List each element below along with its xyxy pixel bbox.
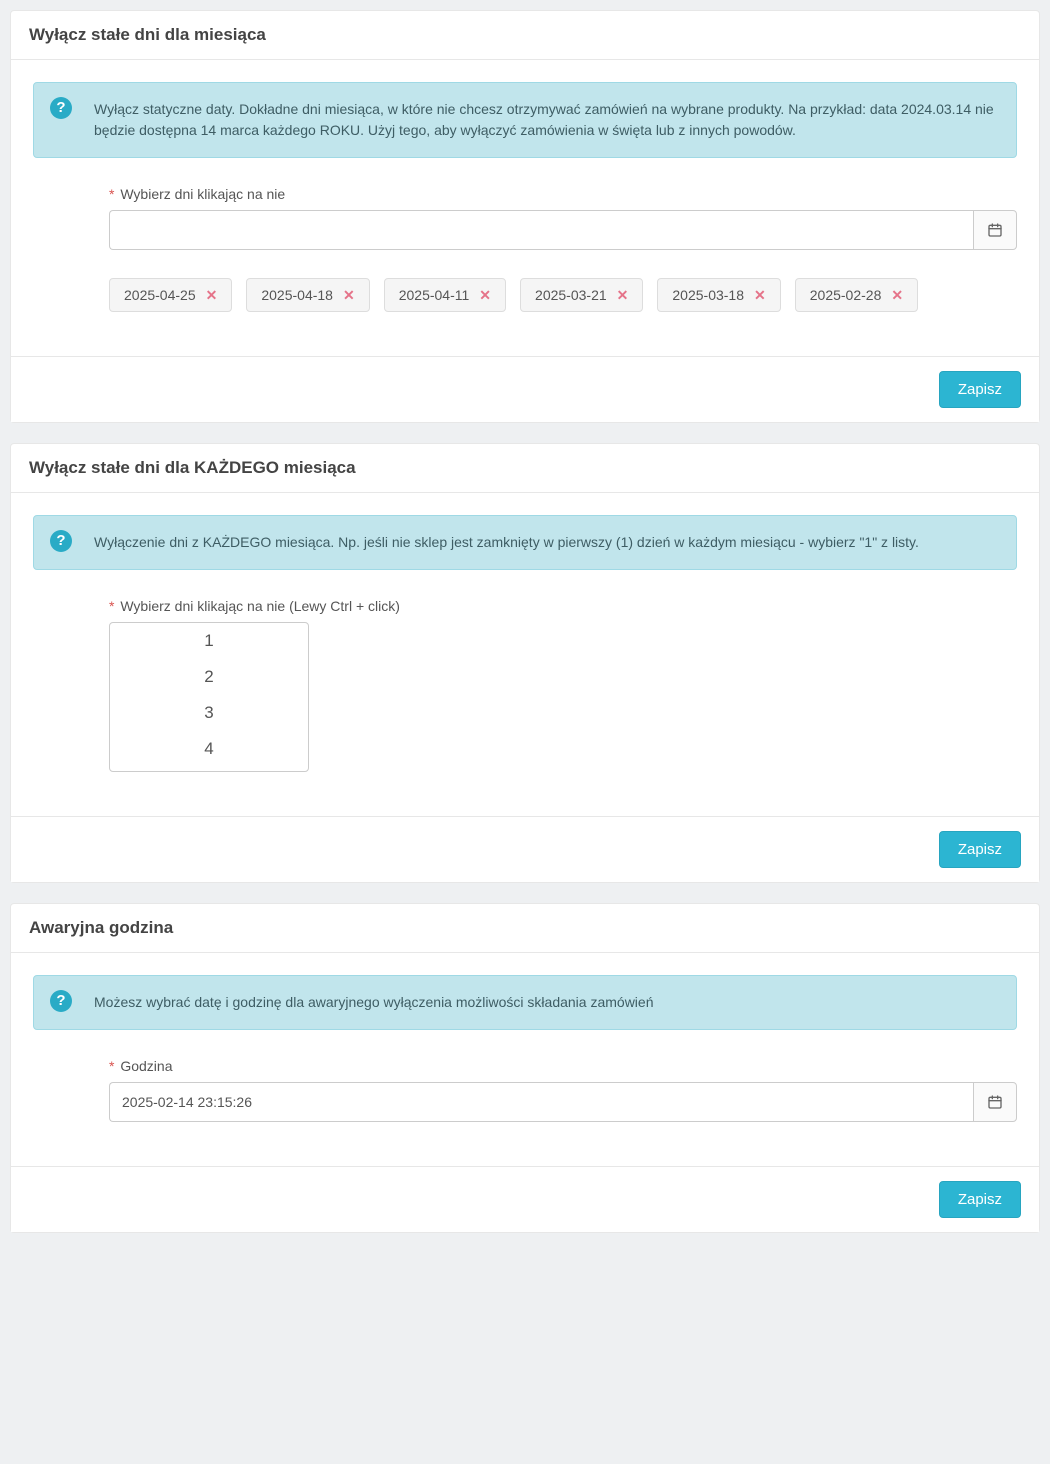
date-tag-label: 2025-04-11	[399, 287, 470, 303]
date-tag-label: 2025-02-28	[810, 287, 882, 303]
panel-static-days-month: Wyłącz stałe dni dla miesiąca ? Wyłącz s…	[10, 10, 1040, 423]
question-icon: ?	[50, 530, 72, 552]
field-label: * Wybierz dni klikając na nie (Lewy Ctrl…	[109, 598, 1017, 614]
info-text: Wyłączenie dni z KAŻDEGO miesiąca. Np. j…	[94, 534, 919, 550]
save-button[interactable]: Zapisz	[939, 1181, 1021, 1218]
calendar-icon	[987, 1094, 1003, 1110]
date-tag: 2025-04-18 ✕	[246, 278, 369, 312]
info-alert: ? Możesz wybrać datę i godzinę dla awary…	[33, 975, 1017, 1030]
remove-icon[interactable]: ✕	[754, 288, 766, 302]
remove-icon[interactable]: ✕	[891, 288, 903, 302]
required-marker: *	[109, 598, 114, 614]
label-text: Wybierz dni klikając na nie	[120, 186, 285, 202]
panel-heading: Wyłącz stałe dni dla KAŻDEGO miesiąca	[11, 444, 1039, 493]
select-option[interactable]: 2	[110, 659, 308, 695]
panel-heading: Awaryjna godzina	[11, 904, 1039, 953]
select-option[interactable]: 3	[110, 695, 308, 731]
panel-static-days-every-month: Wyłącz stałe dni dla KAŻDEGO miesiąca ? …	[10, 443, 1040, 883]
required-marker: *	[109, 1058, 114, 1074]
panel-title: Wyłącz stałe dni dla miesiąca	[29, 25, 1021, 45]
select-option[interactable]: 4	[110, 731, 308, 767]
select-option[interactable]: 1	[110, 623, 308, 659]
save-button[interactable]: Zapisz	[939, 831, 1021, 868]
date-tag: 2025-04-25 ✕	[109, 278, 232, 312]
calendar-icon	[987, 222, 1003, 238]
date-tag-label: 2025-03-21	[535, 287, 607, 303]
label-text: Wybierz dni klikając na nie (Lewy Ctrl +…	[120, 598, 400, 614]
datetime-input[interactable]	[109, 1082, 973, 1122]
date-tag: 2025-03-18 ✕	[657, 278, 780, 312]
panel-title: Wyłącz stałe dni dla KAŻDEGO miesiąca	[29, 458, 1021, 478]
remove-icon[interactable]: ✕	[617, 288, 629, 302]
question-icon: ?	[50, 97, 72, 119]
info-text: Wyłącz statyczne daty. Dokładne dni mies…	[94, 101, 994, 138]
required-marker: *	[109, 186, 114, 202]
question-icon: ?	[50, 990, 72, 1012]
panel-heading: Wyłącz stałe dni dla miesiąca	[11, 11, 1039, 60]
date-tag-label: 2025-03-18	[672, 287, 744, 303]
date-tag: 2025-04-11 ✕	[384, 278, 506, 312]
calendar-button[interactable]	[973, 210, 1017, 250]
date-tag-label: 2025-04-18	[261, 287, 333, 303]
info-alert: ? Wyłącz statyczne daty. Dokładne dni mi…	[33, 82, 1017, 158]
remove-icon[interactable]: ✕	[479, 288, 491, 302]
info-alert: ? Wyłączenie dni z KAŻDEGO miesiąca. Np.…	[33, 515, 1017, 570]
field-label: * Godzina	[109, 1058, 1017, 1074]
date-tag: 2025-02-28 ✕	[795, 278, 918, 312]
date-tag: 2025-03-21 ✕	[520, 278, 643, 312]
field-label: * Wybierz dni klikając na nie	[109, 186, 1017, 202]
save-button[interactable]: Zapisz	[939, 371, 1021, 408]
label-text: Godzina	[120, 1058, 172, 1074]
remove-icon[interactable]: ✕	[206, 288, 218, 302]
info-text: Możesz wybrać datę i godzinę dla awaryjn…	[94, 994, 654, 1010]
date-input[interactable]	[109, 210, 973, 250]
date-tag-label: 2025-04-25	[124, 287, 196, 303]
calendar-button[interactable]	[973, 1082, 1017, 1122]
panel-emergency-hour: Awaryjna godzina ? Możesz wybrać datę i …	[10, 903, 1040, 1233]
days-multiselect[interactable]: 1234	[109, 622, 309, 772]
remove-icon[interactable]: ✕	[343, 288, 355, 302]
selected-dates: 2025-04-25✕2025-04-18✕2025-04-11✕2025-03…	[109, 278, 1017, 312]
panel-title: Awaryjna godzina	[29, 918, 1021, 938]
